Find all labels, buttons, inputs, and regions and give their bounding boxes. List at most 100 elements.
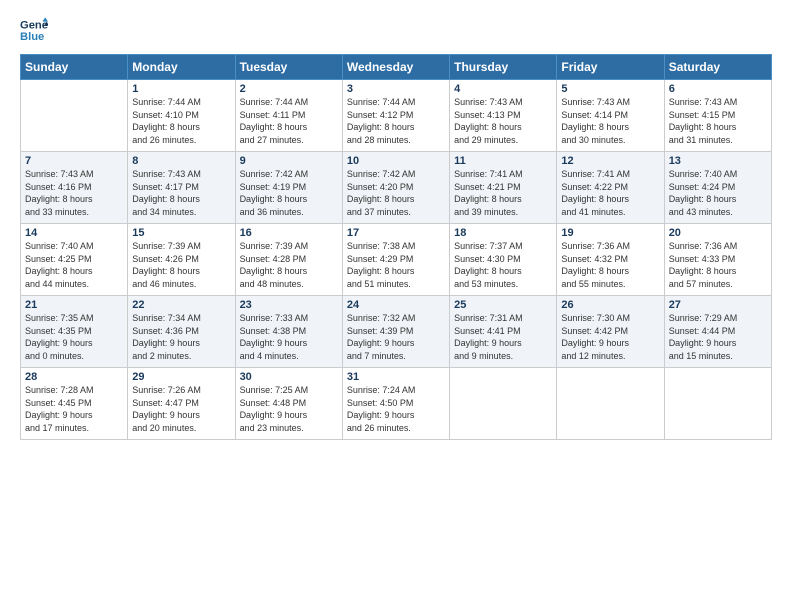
day-number: 29 (132, 371, 230, 383)
week-row-1: 1Sunrise: 7:44 AMSunset: 4:10 PMDaylight… (21, 80, 772, 152)
day-number: 28 (25, 371, 123, 383)
weekday-header-row: SundayMondayTuesdayWednesdayThursdayFrid… (21, 55, 772, 80)
day-info: Sunrise: 7:43 AMSunset: 4:15 PMDaylight:… (669, 96, 767, 146)
calendar-cell: 24Sunrise: 7:32 AMSunset: 4:39 PMDayligh… (342, 296, 449, 368)
weekday-header-tuesday: Tuesday (235, 55, 342, 80)
day-number: 17 (347, 227, 445, 239)
day-number: 8 (132, 155, 230, 167)
weekday-header-friday: Friday (557, 55, 664, 80)
day-info: Sunrise: 7:36 AMSunset: 4:33 PMDaylight:… (669, 240, 767, 290)
calendar-cell: 25Sunrise: 7:31 AMSunset: 4:41 PMDayligh… (450, 296, 557, 368)
day-number: 7 (25, 155, 123, 167)
day-info: Sunrise: 7:40 AMSunset: 4:25 PMDaylight:… (25, 240, 123, 290)
calendar-table: SundayMondayTuesdayWednesdayThursdayFrid… (20, 54, 772, 440)
logo-icon: General Blue (20, 16, 48, 44)
calendar-cell: 18Sunrise: 7:37 AMSunset: 4:30 PMDayligh… (450, 224, 557, 296)
day-number: 4 (454, 83, 552, 95)
day-info: Sunrise: 7:25 AMSunset: 4:48 PMDaylight:… (240, 384, 338, 434)
day-number: 26 (561, 299, 659, 311)
day-number: 24 (347, 299, 445, 311)
day-number: 1 (132, 83, 230, 95)
calendar-cell (557, 368, 664, 440)
calendar-cell: 23Sunrise: 7:33 AMSunset: 4:38 PMDayligh… (235, 296, 342, 368)
weekday-header-monday: Monday (128, 55, 235, 80)
day-info: Sunrise: 7:39 AMSunset: 4:28 PMDaylight:… (240, 240, 338, 290)
calendar-cell: 14Sunrise: 7:40 AMSunset: 4:25 PMDayligh… (21, 224, 128, 296)
day-info: Sunrise: 7:29 AMSunset: 4:44 PMDaylight:… (669, 312, 767, 362)
day-info: Sunrise: 7:33 AMSunset: 4:38 PMDaylight:… (240, 312, 338, 362)
calendar-cell: 5Sunrise: 7:43 AMSunset: 4:14 PMDaylight… (557, 80, 664, 152)
weekday-header-saturday: Saturday (664, 55, 771, 80)
day-info: Sunrise: 7:30 AMSunset: 4:42 PMDaylight:… (561, 312, 659, 362)
weekday-header-thursday: Thursday (450, 55, 557, 80)
day-info: Sunrise: 7:26 AMSunset: 4:47 PMDaylight:… (132, 384, 230, 434)
calendar-cell: 21Sunrise: 7:35 AMSunset: 4:35 PMDayligh… (21, 296, 128, 368)
day-number: 23 (240, 299, 338, 311)
day-info: Sunrise: 7:38 AMSunset: 4:29 PMDaylight:… (347, 240, 445, 290)
day-info: Sunrise: 7:44 AMSunset: 4:10 PMDaylight:… (132, 96, 230, 146)
day-number: 3 (347, 83, 445, 95)
calendar-cell: 16Sunrise: 7:39 AMSunset: 4:28 PMDayligh… (235, 224, 342, 296)
calendar-cell: 27Sunrise: 7:29 AMSunset: 4:44 PMDayligh… (664, 296, 771, 368)
day-info: Sunrise: 7:39 AMSunset: 4:26 PMDaylight:… (132, 240, 230, 290)
calendar-cell (21, 80, 128, 152)
day-number: 22 (132, 299, 230, 311)
calendar-cell: 19Sunrise: 7:36 AMSunset: 4:32 PMDayligh… (557, 224, 664, 296)
day-info: Sunrise: 7:37 AMSunset: 4:30 PMDaylight:… (454, 240, 552, 290)
calendar-cell: 3Sunrise: 7:44 AMSunset: 4:12 PMDaylight… (342, 80, 449, 152)
svg-text:Blue: Blue (20, 31, 44, 43)
day-number: 12 (561, 155, 659, 167)
calendar-cell: 22Sunrise: 7:34 AMSunset: 4:36 PMDayligh… (128, 296, 235, 368)
calendar-cell (664, 368, 771, 440)
day-info: Sunrise: 7:42 AMSunset: 4:19 PMDaylight:… (240, 168, 338, 218)
day-number: 30 (240, 371, 338, 383)
day-info: Sunrise: 7:40 AMSunset: 4:24 PMDaylight:… (669, 168, 767, 218)
day-info: Sunrise: 7:28 AMSunset: 4:45 PMDaylight:… (25, 384, 123, 434)
calendar-cell: 20Sunrise: 7:36 AMSunset: 4:33 PMDayligh… (664, 224, 771, 296)
day-number: 2 (240, 83, 338, 95)
calendar-cell: 6Sunrise: 7:43 AMSunset: 4:15 PMDaylight… (664, 80, 771, 152)
day-info: Sunrise: 7:43 AMSunset: 4:16 PMDaylight:… (25, 168, 123, 218)
calendar-cell: 17Sunrise: 7:38 AMSunset: 4:29 PMDayligh… (342, 224, 449, 296)
day-number: 31 (347, 371, 445, 383)
calendar-cell (450, 368, 557, 440)
page-header: General Blue (20, 16, 772, 44)
day-number: 27 (669, 299, 767, 311)
day-number: 11 (454, 155, 552, 167)
calendar-cell: 11Sunrise: 7:41 AMSunset: 4:21 PMDayligh… (450, 152, 557, 224)
day-number: 10 (347, 155, 445, 167)
week-row-2: 7Sunrise: 7:43 AMSunset: 4:16 PMDaylight… (21, 152, 772, 224)
day-info: Sunrise: 7:44 AMSunset: 4:11 PMDaylight:… (240, 96, 338, 146)
day-number: 20 (669, 227, 767, 239)
week-row-4: 21Sunrise: 7:35 AMSunset: 4:35 PMDayligh… (21, 296, 772, 368)
day-number: 14 (25, 227, 123, 239)
day-info: Sunrise: 7:41 AMSunset: 4:21 PMDaylight:… (454, 168, 552, 218)
day-info: Sunrise: 7:31 AMSunset: 4:41 PMDaylight:… (454, 312, 552, 362)
day-info: Sunrise: 7:42 AMSunset: 4:20 PMDaylight:… (347, 168, 445, 218)
weekday-header-sunday: Sunday (21, 55, 128, 80)
day-number: 15 (132, 227, 230, 239)
calendar-cell: 4Sunrise: 7:43 AMSunset: 4:13 PMDaylight… (450, 80, 557, 152)
calendar-cell: 7Sunrise: 7:43 AMSunset: 4:16 PMDaylight… (21, 152, 128, 224)
week-row-3: 14Sunrise: 7:40 AMSunset: 4:25 PMDayligh… (21, 224, 772, 296)
calendar-cell: 31Sunrise: 7:24 AMSunset: 4:50 PMDayligh… (342, 368, 449, 440)
day-info: Sunrise: 7:44 AMSunset: 4:12 PMDaylight:… (347, 96, 445, 146)
calendar-cell: 1Sunrise: 7:44 AMSunset: 4:10 PMDaylight… (128, 80, 235, 152)
day-info: Sunrise: 7:34 AMSunset: 4:36 PMDaylight:… (132, 312, 230, 362)
logo: General Blue (20, 16, 50, 44)
day-number: 18 (454, 227, 552, 239)
calendar-cell: 29Sunrise: 7:26 AMSunset: 4:47 PMDayligh… (128, 368, 235, 440)
calendar-cell: 30Sunrise: 7:25 AMSunset: 4:48 PMDayligh… (235, 368, 342, 440)
calendar-cell: 12Sunrise: 7:41 AMSunset: 4:22 PMDayligh… (557, 152, 664, 224)
day-info: Sunrise: 7:41 AMSunset: 4:22 PMDaylight:… (561, 168, 659, 218)
day-number: 19 (561, 227, 659, 239)
day-info: Sunrise: 7:35 AMSunset: 4:35 PMDaylight:… (25, 312, 123, 362)
day-info: Sunrise: 7:24 AMSunset: 4:50 PMDaylight:… (347, 384, 445, 434)
day-number: 13 (669, 155, 767, 167)
calendar-cell: 26Sunrise: 7:30 AMSunset: 4:42 PMDayligh… (557, 296, 664, 368)
day-number: 21 (25, 299, 123, 311)
day-info: Sunrise: 7:43 AMSunset: 4:14 PMDaylight:… (561, 96, 659, 146)
calendar-cell: 15Sunrise: 7:39 AMSunset: 4:26 PMDayligh… (128, 224, 235, 296)
calendar-cell: 13Sunrise: 7:40 AMSunset: 4:24 PMDayligh… (664, 152, 771, 224)
weekday-header-wednesday: Wednesday (342, 55, 449, 80)
